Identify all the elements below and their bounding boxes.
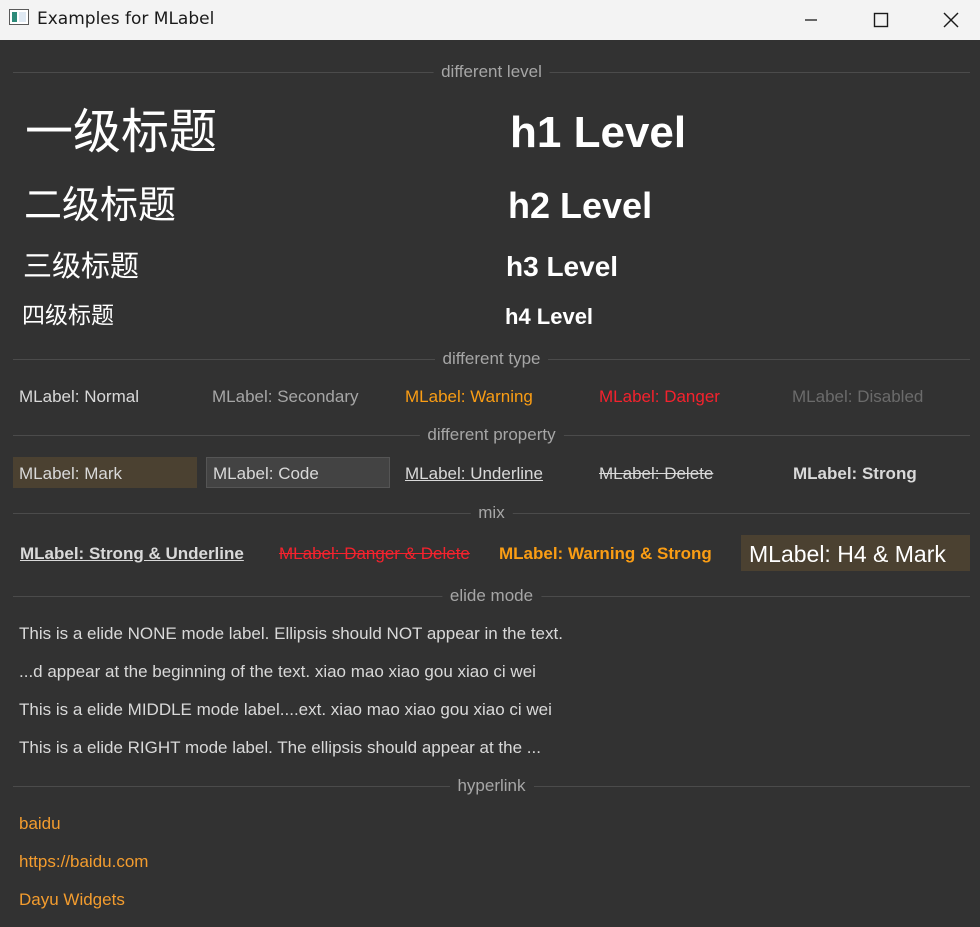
heading-en-3: h3 Level [506, 251, 619, 282]
divider-elide-mode: elide mode [13, 586, 970, 606]
window-title: Examples for MLabel [37, 9, 215, 29]
heading-cn-4: 四级标题 [22, 303, 114, 329]
label-strong-underline: MLabel: Strong & Underline [20, 544, 244, 563]
heading-cn-2: 二级标题 [24, 183, 177, 227]
title-bar: Examples for MLabel [0, 0, 980, 40]
heading-cn-1: 一级标题 [25, 104, 218, 160]
label-underline: MLabel: Underline [405, 464, 543, 483]
heading-en-4: h4 Level [505, 304, 594, 329]
heading-en-1: h1 Level [510, 108, 687, 157]
section-label: different property [419, 425, 564, 445]
label-h4-mark: MLabel: H4 & Mark [749, 541, 946, 567]
label-disabled: MLabel: Disabled [792, 387, 924, 406]
label-danger-delete: MLabel: Danger & Delete [279, 544, 470, 563]
app-icon [9, 9, 29, 25]
label-delete: MLabel: Delete [599, 464, 714, 483]
label-secondary: MLabel: Secondary [212, 387, 359, 406]
link-dayu-widgets[interactable]: Dayu Widgets [19, 889, 125, 911]
section-label: different type [434, 349, 549, 369]
label-strong: MLabel: Strong [793, 464, 917, 483]
section-label: mix [470, 503, 513, 523]
divider-different-property: different property [13, 425, 970, 445]
maximize-icon [873, 12, 889, 28]
minimize-icon [805, 19, 817, 21]
divider-hyperlink: hyperlink [13, 776, 970, 796]
label-warning-strong: MLabel: Warning & Strong [499, 544, 712, 563]
label-normal: MLabel: Normal [19, 387, 139, 406]
label-elide-left: ...d appear at the beginning of the text… [19, 662, 536, 681]
minimize-button[interactable] [788, 0, 834, 40]
label-danger: MLabel: Danger [599, 387, 720, 406]
label-elide-right: This is a elide RIGHT mode label. The el… [19, 738, 541, 757]
divider-different-type: different type [13, 349, 970, 369]
divider-different-level: different level [13, 62, 970, 82]
close-button[interactable] [928, 0, 974, 40]
section-label: hyperlink [449, 776, 534, 796]
link-baidu-url[interactable]: https://baidu.com [19, 851, 148, 873]
heading-en-2: h2 Level [508, 185, 653, 226]
section-label: different level [433, 62, 550, 82]
label-warning: MLabel: Warning [405, 387, 533, 406]
link-baidu[interactable]: baidu [19, 813, 61, 835]
section-label: elide mode [441, 586, 542, 606]
divider-mix: mix [13, 503, 970, 523]
label-mark: MLabel: Mark [19, 464, 122, 483]
label-elide-middle: This is a elide MIDDLE mode label....ext… [19, 700, 552, 719]
label-elide-none: This is a elide NONE mode label. Ellipsi… [19, 624, 563, 643]
label-code: MLabel: Code [213, 464, 319, 483]
close-icon [943, 12, 959, 28]
heading-cn-3: 三级标题 [23, 249, 140, 283]
maximize-button[interactable] [858, 0, 904, 40]
